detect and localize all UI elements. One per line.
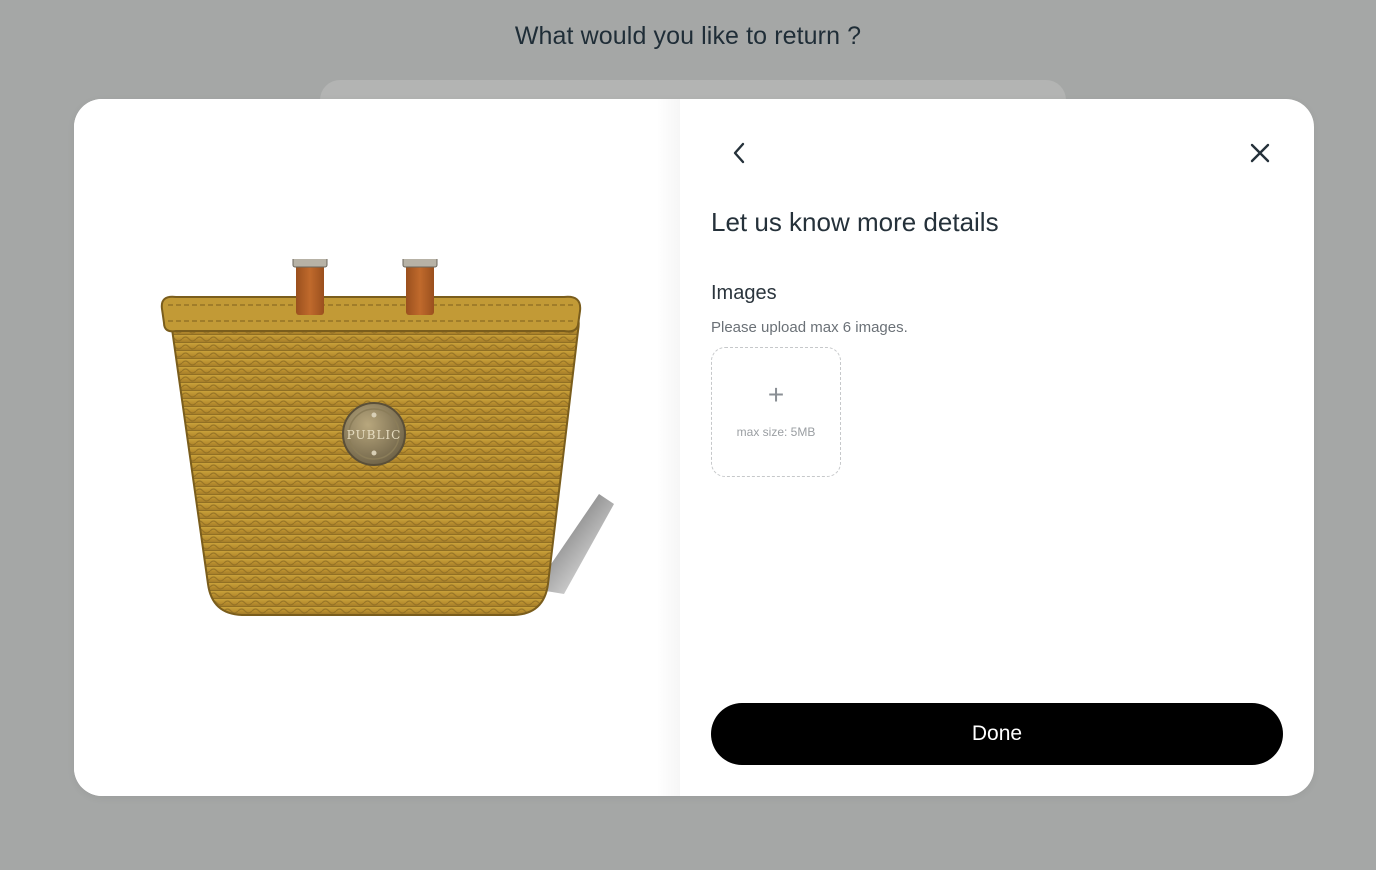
badge-text: PUBLIC (347, 428, 402, 442)
product-image-wicker-basket: PUBLIC (160, 259, 614, 616)
page-title: What would you like to return ? (514, 22, 862, 50)
chevron-left-icon (733, 142, 745, 164)
details-panel: Let us know more details Images Please u… (680, 99, 1314, 796)
close-icon (1250, 143, 1270, 163)
images-label: Images (711, 282, 777, 304)
images-hint: Please upload max 6 images. (711, 319, 908, 336)
details-modal: PUBLIC Let us know more details Images P… (74, 99, 1314, 796)
upload-max-size: max size: 5MB (736, 425, 816, 439)
plus-icon: + (767, 379, 785, 410)
product-image-panel: PUBLIC (74, 99, 680, 796)
back-button[interactable] (720, 133, 760, 173)
details-title: Let us know more details (711, 207, 999, 237)
done-button[interactable]: Done (711, 703, 1283, 765)
image-upload-dropzone[interactable]: + max size: 5MB (711, 347, 841, 477)
close-button[interactable] (1240, 133, 1280, 173)
